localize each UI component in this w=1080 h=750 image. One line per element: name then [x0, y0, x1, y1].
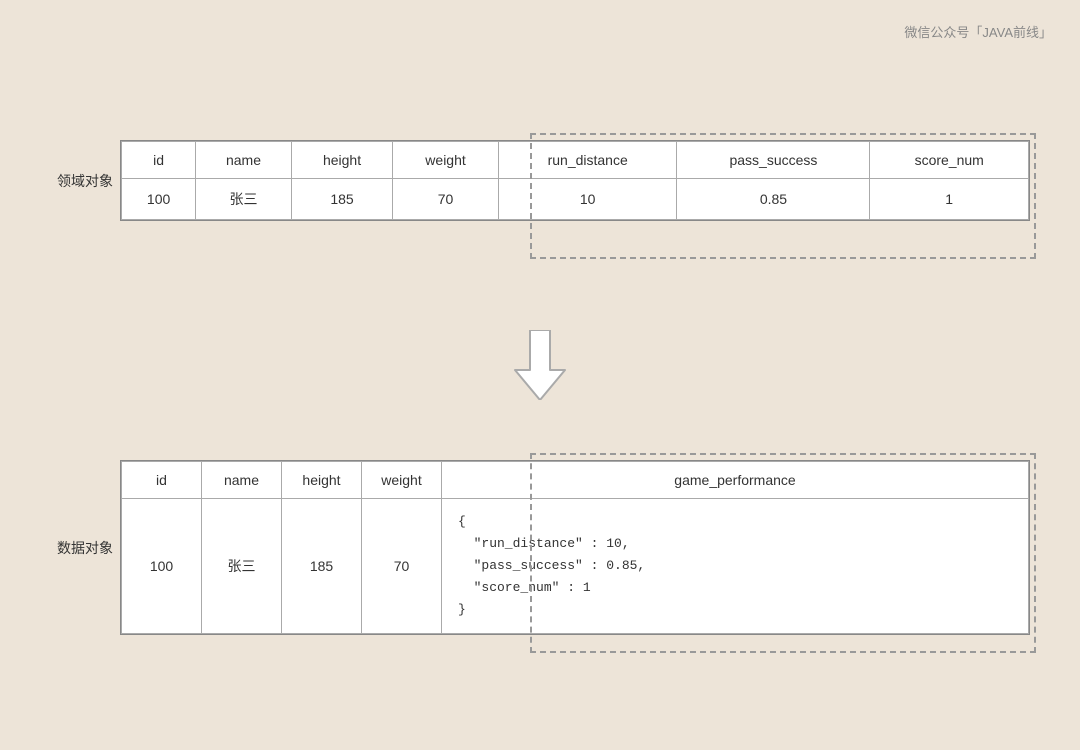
top-col-name: name [196, 142, 292, 179]
top-cell-score: 1 [870, 179, 1029, 220]
bottom-col-id: id [122, 462, 202, 499]
bottom-section: 数据对象 id name height weight game_performa… [50, 460, 1030, 635]
top-cell-height: 185 [291, 179, 392, 220]
top-cell-name: 张三 [196, 179, 292, 220]
bottom-table-wrapper: id name height weight game_performance 1… [120, 460, 1030, 635]
bottom-col-height: height [282, 462, 362, 499]
bottom-col-name: name [202, 462, 282, 499]
top-data-row: 100 张三 185 70 10 0.85 1 [122, 179, 1029, 220]
top-label: 领域对象 [50, 171, 120, 191]
top-table-wrapper: id name height weight run_distance pass_… [120, 140, 1030, 221]
bottom-cell-height: 185 [282, 499, 362, 634]
bottom-table: id name height weight game_performance 1… [121, 461, 1029, 634]
bottom-data-row: 100 张三 185 70 { "run_distance" : 10, "pa… [122, 499, 1029, 634]
top-cell-weight: 70 [393, 179, 499, 220]
top-cell-id: 100 [122, 179, 196, 220]
bottom-col-weight: weight [362, 462, 442, 499]
bottom-cell-id: 100 [122, 499, 202, 634]
top-cell-pass: 0.85 [677, 179, 870, 220]
bottom-cell-weight: 70 [362, 499, 442, 634]
top-col-height: height [291, 142, 392, 179]
arrow-container [510, 330, 570, 400]
top-col-pass: pass_success [677, 142, 870, 179]
top-table: id name height weight run_distance pass_… [121, 141, 1029, 220]
top-col-run: run_distance [498, 142, 677, 179]
bottom-cell-json: { "run_distance" : 10, "pass_success" : … [442, 499, 1029, 634]
top-col-id: id [122, 142, 196, 179]
top-col-score: score_num [870, 142, 1029, 179]
bottom-header-row: id name height weight game_performance [122, 462, 1029, 499]
bottom-cell-name: 张三 [202, 499, 282, 634]
down-arrow-icon [510, 330, 570, 400]
top-col-weight: weight [393, 142, 499, 179]
bottom-col-game: game_performance [442, 462, 1029, 499]
bottom-label: 数据对象 [50, 538, 120, 558]
top-cell-run: 10 [498, 179, 677, 220]
top-section: 领域对象 id name height weight run_distance … [50, 140, 1030, 221]
watermark: 微信公众号「JAVA前线」 [904, 22, 1052, 41]
top-header-row: id name height weight run_distance pass_… [122, 142, 1029, 179]
